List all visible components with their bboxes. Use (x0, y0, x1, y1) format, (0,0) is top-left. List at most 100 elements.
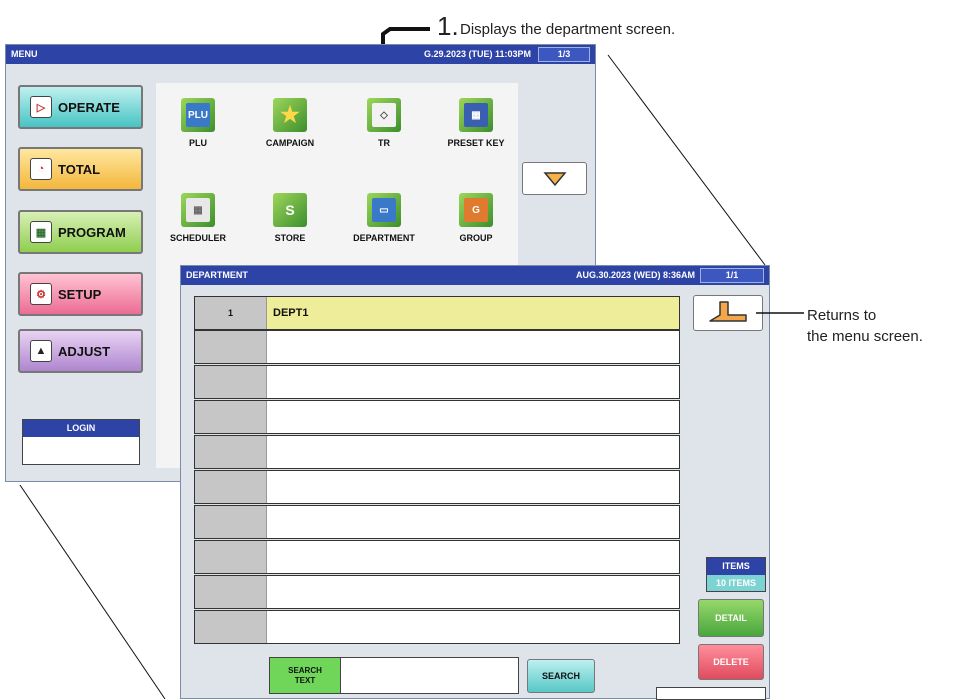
plu-icon: PLU (181, 98, 215, 132)
row-name (267, 436, 679, 468)
store-icon: S (273, 193, 307, 227)
menu-item-label: DEPARTMENT (353, 233, 415, 243)
search-button[interactable]: SEARCH (527, 659, 595, 693)
menu-item-label: TR (378, 138, 390, 148)
items-count: 10 ITEMS (707, 575, 765, 591)
detail-label: DETAIL (715, 613, 747, 623)
row-number (195, 401, 267, 433)
table-row[interactable] (194, 540, 680, 574)
menu-title: MENU (11, 49, 38, 59)
department-datetime: AUG.30.2023 (WED) 8:36AM (575, 270, 695, 280)
menu-titlebar: MENU G.29.2023 (TUE) 11:03PM 1/3 (6, 45, 595, 64)
table-row[interactable] (194, 330, 680, 364)
folder-icon: ▭ (367, 193, 401, 227)
menu-item-label: PRESET KEY (447, 138, 505, 148)
items-label: ITEMS (707, 558, 765, 575)
scroll-down-button[interactable] (522, 162, 587, 195)
menu-item-label: CAMPAIGN (265, 138, 315, 148)
search-field: SEARCH TEXT (269, 657, 519, 694)
menu-datetime: G.29.2023 (TUE) 11:03PM (423, 49, 531, 59)
book-icon: ▦ (30, 221, 52, 243)
operate-label: OPERATE (58, 99, 120, 115)
adjust-button[interactable]: ▲ ADJUST (18, 329, 143, 373)
row-number (195, 506, 267, 538)
menu-item-department[interactable]: ▭ DEPARTMENT (344, 193, 424, 243)
delete-button[interactable]: DELETE (698, 644, 764, 680)
department-titlebar: DEPARTMENT AUG.30.2023 (WED) 8:36AM 1/1 (181, 266, 769, 285)
row-name (267, 611, 679, 643)
search-button-label: SEARCH (541, 671, 580, 681)
calendar-icon: ▦ (181, 193, 215, 227)
items-counter: ITEMS 10 ITEMS (706, 557, 766, 592)
row-number (195, 576, 267, 608)
row-number (195, 541, 267, 573)
row-number (195, 471, 267, 503)
return-note-line1: Returns to (807, 307, 877, 324)
department-page-indicator: 1/1 (700, 268, 764, 283)
menu-item-scheduler[interactable]: ▦ SCHEDULER (158, 193, 238, 243)
clock-icon: ◔ (30, 158, 52, 180)
department-window: DEPARTMENT AUG.30.2023 (WED) 8:36AM 1/1 … (180, 265, 770, 700)
detail-button[interactable]: DETAIL (698, 599, 764, 637)
total-label: TOTAL (58, 161, 101, 177)
row-name (267, 366, 679, 398)
return-pointer-line (756, 312, 804, 314)
play-icon: ▷ (30, 96, 52, 118)
keyboard-icon: ▦ (459, 98, 493, 132)
table-row[interactable] (194, 365, 680, 399)
row-name (267, 576, 679, 608)
row-number (195, 611, 267, 643)
menu-item-label: STORE (274, 233, 306, 243)
step-description: Displays the department screen. (460, 21, 676, 38)
menu-page-indicator: 1/3 (538, 47, 590, 62)
login-label: LOGIN (23, 420, 139, 437)
search-input[interactable] (341, 658, 518, 693)
setup-label: SETUP (58, 286, 102, 302)
row-name (267, 471, 679, 503)
return-note-line2: the menu screen. (807, 328, 923, 345)
menu-item-label: GROUP (459, 233, 493, 243)
row-name (267, 401, 679, 433)
triangle-down-icon (542, 171, 567, 186)
delete-label: DELETE (713, 657, 749, 667)
wrench-icon: ⚙ (30, 283, 52, 305)
back-button[interactable] (693, 295, 763, 331)
department-title: DEPARTMENT (186, 270, 248, 280)
step-number: 1. (437, 11, 459, 41)
menu-item-group[interactable]: G GROUP (436, 193, 516, 243)
row-name (267, 541, 679, 573)
row-name: DEPT1 (267, 297, 679, 329)
row-number (195, 436, 267, 468)
table-row[interactable] (194, 610, 680, 644)
group-icon: G (459, 193, 493, 227)
return-note: Returns to the menu screen. (807, 305, 923, 347)
setup-button[interactable]: ⚙ SETUP (18, 272, 143, 316)
table-row[interactable] (194, 575, 680, 609)
total-button[interactable]: ◔ TOTAL (18, 147, 143, 191)
row-number: 1 (195, 297, 267, 329)
menu-item-preset-key[interactable]: ▦ PRESET KEY (436, 98, 516, 148)
return-arrow-icon (709, 301, 747, 322)
row-name (267, 331, 679, 363)
program-label: PROGRAM (58, 224, 126, 240)
tray-icon: ◇ (367, 98, 401, 132)
search-text-label: SEARCH TEXT (270, 658, 341, 693)
table-row[interactable] (194, 470, 680, 504)
menu-item-label: PLU (189, 138, 207, 148)
menu-item-tray[interactable]: ◇ TR (344, 98, 424, 148)
row-number (195, 331, 267, 363)
status-box (656, 687, 766, 700)
login-box[interactable]: LOGIN (22, 419, 140, 465)
table-row[interactable] (194, 435, 680, 469)
row-number (195, 366, 267, 398)
operate-button[interactable]: ▷ OPERATE (18, 85, 143, 129)
menu-item-plu[interactable]: PLU PLU (158, 98, 238, 148)
program-button[interactable]: ▦ PROGRAM (18, 210, 143, 254)
table-row[interactable]: 1 DEPT1 (194, 296, 680, 330)
menu-item-campaign[interactable]: ★ CAMPAIGN (250, 98, 330, 148)
row-name (267, 506, 679, 538)
table-row[interactable] (194, 400, 680, 434)
menu-item-store[interactable]: S STORE (250, 193, 330, 243)
adjust-icon: ▲ (30, 340, 52, 362)
table-row[interactable] (194, 505, 680, 539)
